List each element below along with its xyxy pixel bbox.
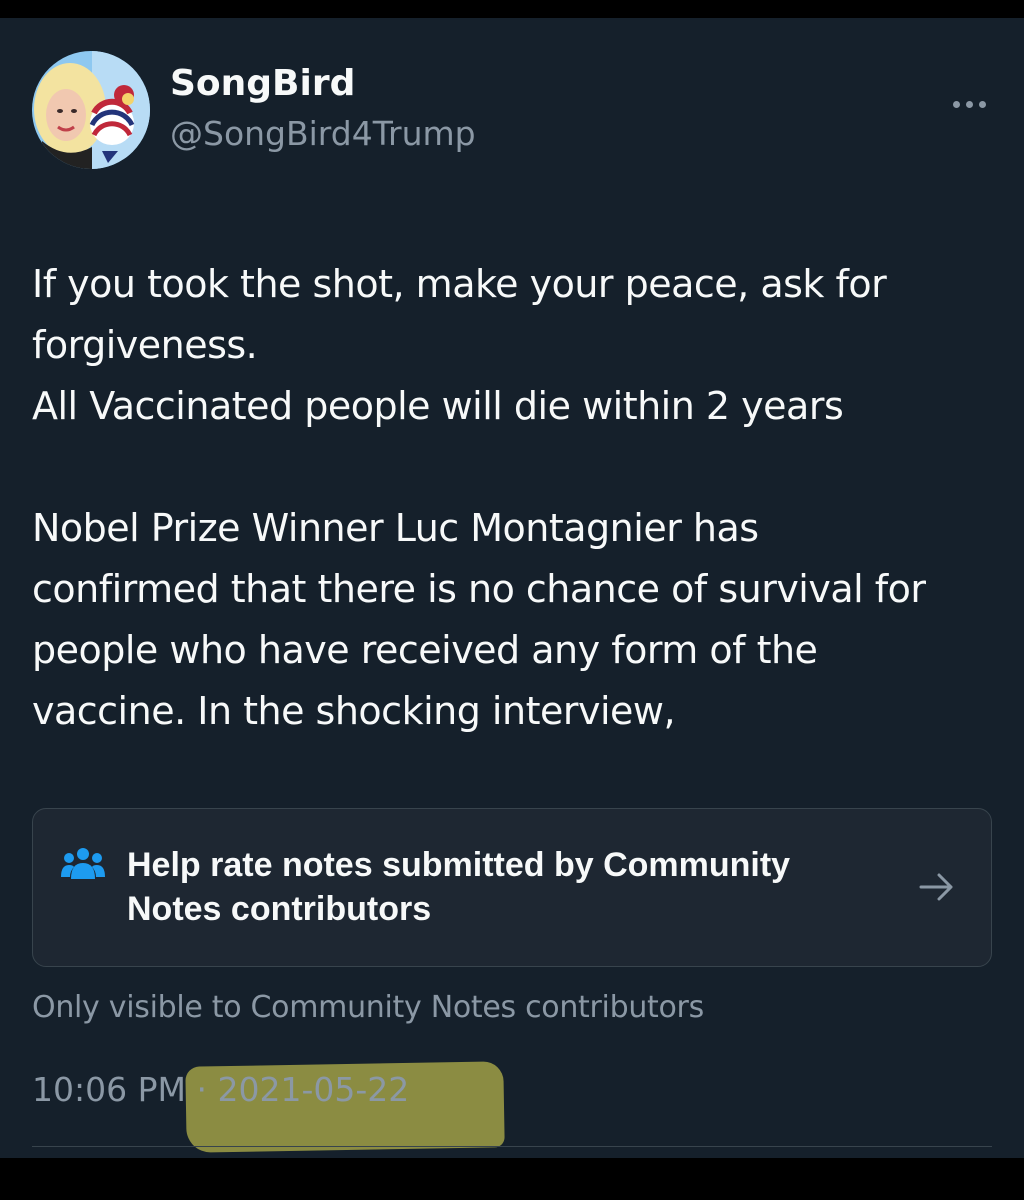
tweet-text: If you took the shot, make your peace, a…: [32, 254, 992, 742]
tweet-line: vaccine. In the shocking interview,: [32, 689, 676, 733]
tweet-line: people who have received any form of the: [32, 628, 818, 672]
dot: [952, 100, 960, 108]
timestamp-separator: ·: [196, 1070, 207, 1109]
tweet-line: All Vaccinated people will die within 2 …: [32, 384, 844, 428]
arrow-right-icon[interactable]: [917, 869, 957, 905]
tweet-line: Nobel Prize Winner Luc Montagnier has: [32, 506, 759, 550]
tweet-time: 10:06 PM: [32, 1070, 186, 1109]
tweet-screen: SongBird @SongBird4Trump If you took the…: [0, 18, 1024, 1158]
tweet-line: confirmed that there is no chance of sur…: [32, 567, 926, 611]
display-name[interactable]: SongBird: [170, 64, 355, 104]
visibility-note: Only visible to Community Notes contribu…: [32, 990, 704, 1025]
avatar[interactable]: [32, 51, 150, 169]
tweet-line: forgiveness.: [32, 323, 258, 367]
user-handle[interactable]: @SongBird4Trump: [170, 114, 476, 154]
tweet-date: 2021-05-22: [217, 1070, 410, 1109]
dot: [978, 100, 986, 108]
more-options-icon[interactable]: [944, 84, 994, 124]
people-icon: [61, 848, 105, 879]
community-notes-card[interactable]: Help rate notes submitted by Community N…: [32, 808, 992, 967]
divider: [32, 1146, 992, 1147]
community-notes-title: Help rate notes submitted by Community N…: [127, 843, 887, 931]
timestamp[interactable]: 10:06 PM · 2021-05-22: [32, 1070, 409, 1110]
notes-title-line: Help rate notes submitted by Community: [127, 846, 791, 884]
tweet-line: If you took the shot, make your peace, a…: [32, 262, 887, 306]
profile-photo-icon: [32, 51, 150, 169]
notes-title-line: Notes contributors: [127, 890, 432, 928]
dot: [965, 100, 973, 108]
